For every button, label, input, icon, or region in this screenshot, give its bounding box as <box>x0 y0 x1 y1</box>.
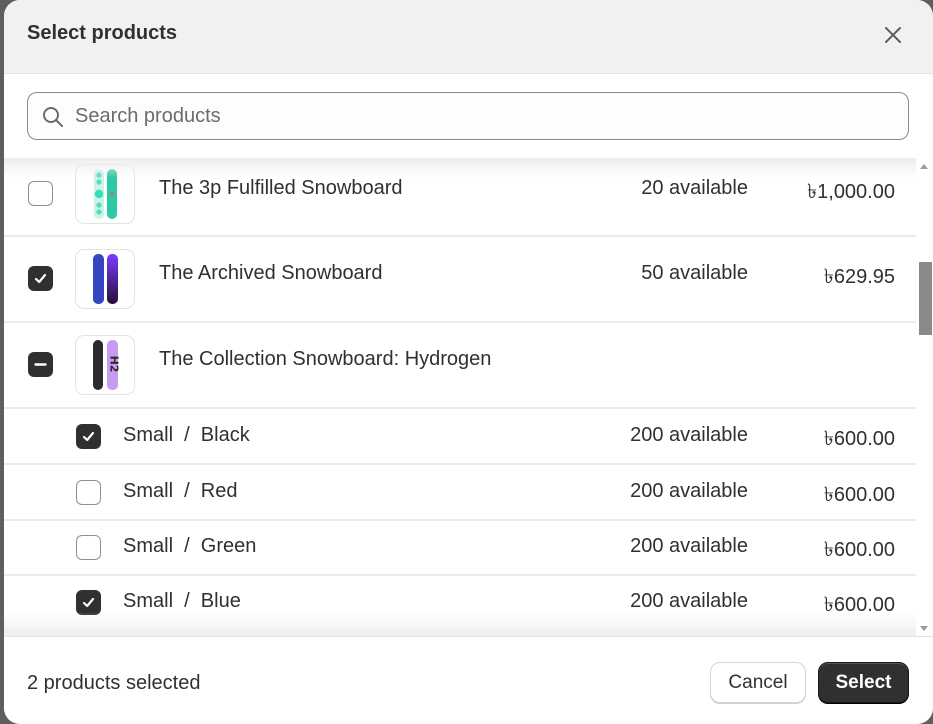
snowboard-black-lilac-image: H2 <box>93 340 121 390</box>
product-price: ৳629.95 <box>823 266 895 288</box>
scroll-up-arrow-icon[interactable] <box>920 164 928 169</box>
snowboard-teal-image <box>94 169 117 219</box>
product-thumbnail <box>75 249 135 309</box>
variant-row[interactable]: Small / Green 200 available ৳600.00 <box>4 520 916 576</box>
product-name: The Collection Snowboard: Hydrogen <box>159 348 492 370</box>
search-field[interactable] <box>27 92 909 140</box>
dialog-footer: 2 products selected Cancel Select <box>4 638 933 724</box>
variant-availability: 200 available <box>630 424 748 446</box>
product-availability: 50 available <box>641 262 748 284</box>
cancel-button[interactable]: Cancel <box>710 662 806 703</box>
list-scrollbar[interactable] <box>916 158 933 636</box>
product-thumbnail: H2 <box>75 335 135 395</box>
dialog-header: Select products <box>4 0 933 74</box>
variant-availability: 200 available <box>630 480 748 502</box>
scrollbar-thumb[interactable] <box>919 262 932 335</box>
product-name: The Archived Snowboard <box>159 262 383 284</box>
close-icon <box>885 27 901 43</box>
variant-name: Small / Black <box>123 424 250 446</box>
product-checkbox[interactable] <box>28 266 53 291</box>
checkmark-icon <box>34 273 47 284</box>
variant-price: ৳600.00 <box>823 539 895 561</box>
variant-name: Small / Red <box>123 480 238 502</box>
product-list: The 3p Fulfilled Snowboard 20 available … <box>4 158 933 637</box>
product-row[interactable]: The Archived Snowboard 50 available ৳629… <box>4 237 916 323</box>
variant-availability: 200 available <box>630 590 748 612</box>
product-checkbox[interactable] <box>28 352 53 377</box>
product-availability: 20 available <box>641 177 748 199</box>
variant-checkbox[interactable] <box>76 535 101 560</box>
variant-checkbox[interactable] <box>76 480 101 505</box>
scroll-down-arrow-icon[interactable] <box>920 626 928 631</box>
product-price: ৳1,000.00 <box>807 181 895 203</box>
product-name: The 3p Fulfilled Snowboard <box>159 177 403 199</box>
snowboard-blue-purple-image <box>93 254 118 304</box>
product-thumbnail <box>75 164 135 224</box>
variant-row[interactable]: Small / Black 200 available ৳600.00 <box>4 409 916 465</box>
product-checkbox[interactable] <box>28 181 53 206</box>
product-row[interactable]: The 3p Fulfilled Snowboard 20 available … <box>4 158 916 237</box>
selected-count: 2 products selected <box>27 672 201 694</box>
close-button[interactable] <box>880 22 906 48</box>
search-icon <box>43 107 63 127</box>
variant-name: Small / Blue <box>123 590 241 612</box>
variant-price: ৳600.00 <box>823 428 895 450</box>
search-input[interactable] <box>75 93 895 139</box>
select-button[interactable]: Select <box>818 662 909 703</box>
variant-name: Small / Green <box>123 535 257 557</box>
variant-price: ৳600.00 <box>823 594 895 616</box>
variant-row[interactable]: Small / Blue 200 available ৳600.00 <box>4 576 916 632</box>
select-products-dialog: Select products Search products The 3p F… <box>4 0 933 724</box>
variant-availability: 200 available <box>630 535 748 557</box>
dialog-title: Select products <box>27 22 178 44</box>
checkmark-icon <box>82 597 95 608</box>
variant-checkbox[interactable] <box>76 424 101 449</box>
variant-checkbox[interactable] <box>76 590 101 615</box>
variant-price: ৳600.00 <box>823 484 895 506</box>
search-section <box>4 74 933 158</box>
minus-icon <box>34 363 47 366</box>
product-row[interactable]: H2 The Collection Snowboard: Hydrogen <box>4 323 916 409</box>
svg-text:H2: H2 <box>108 356 121 373</box>
variant-row[interactable]: Small / Red 200 available ৳600.00 <box>4 465 916 521</box>
checkmark-icon <box>82 431 95 442</box>
